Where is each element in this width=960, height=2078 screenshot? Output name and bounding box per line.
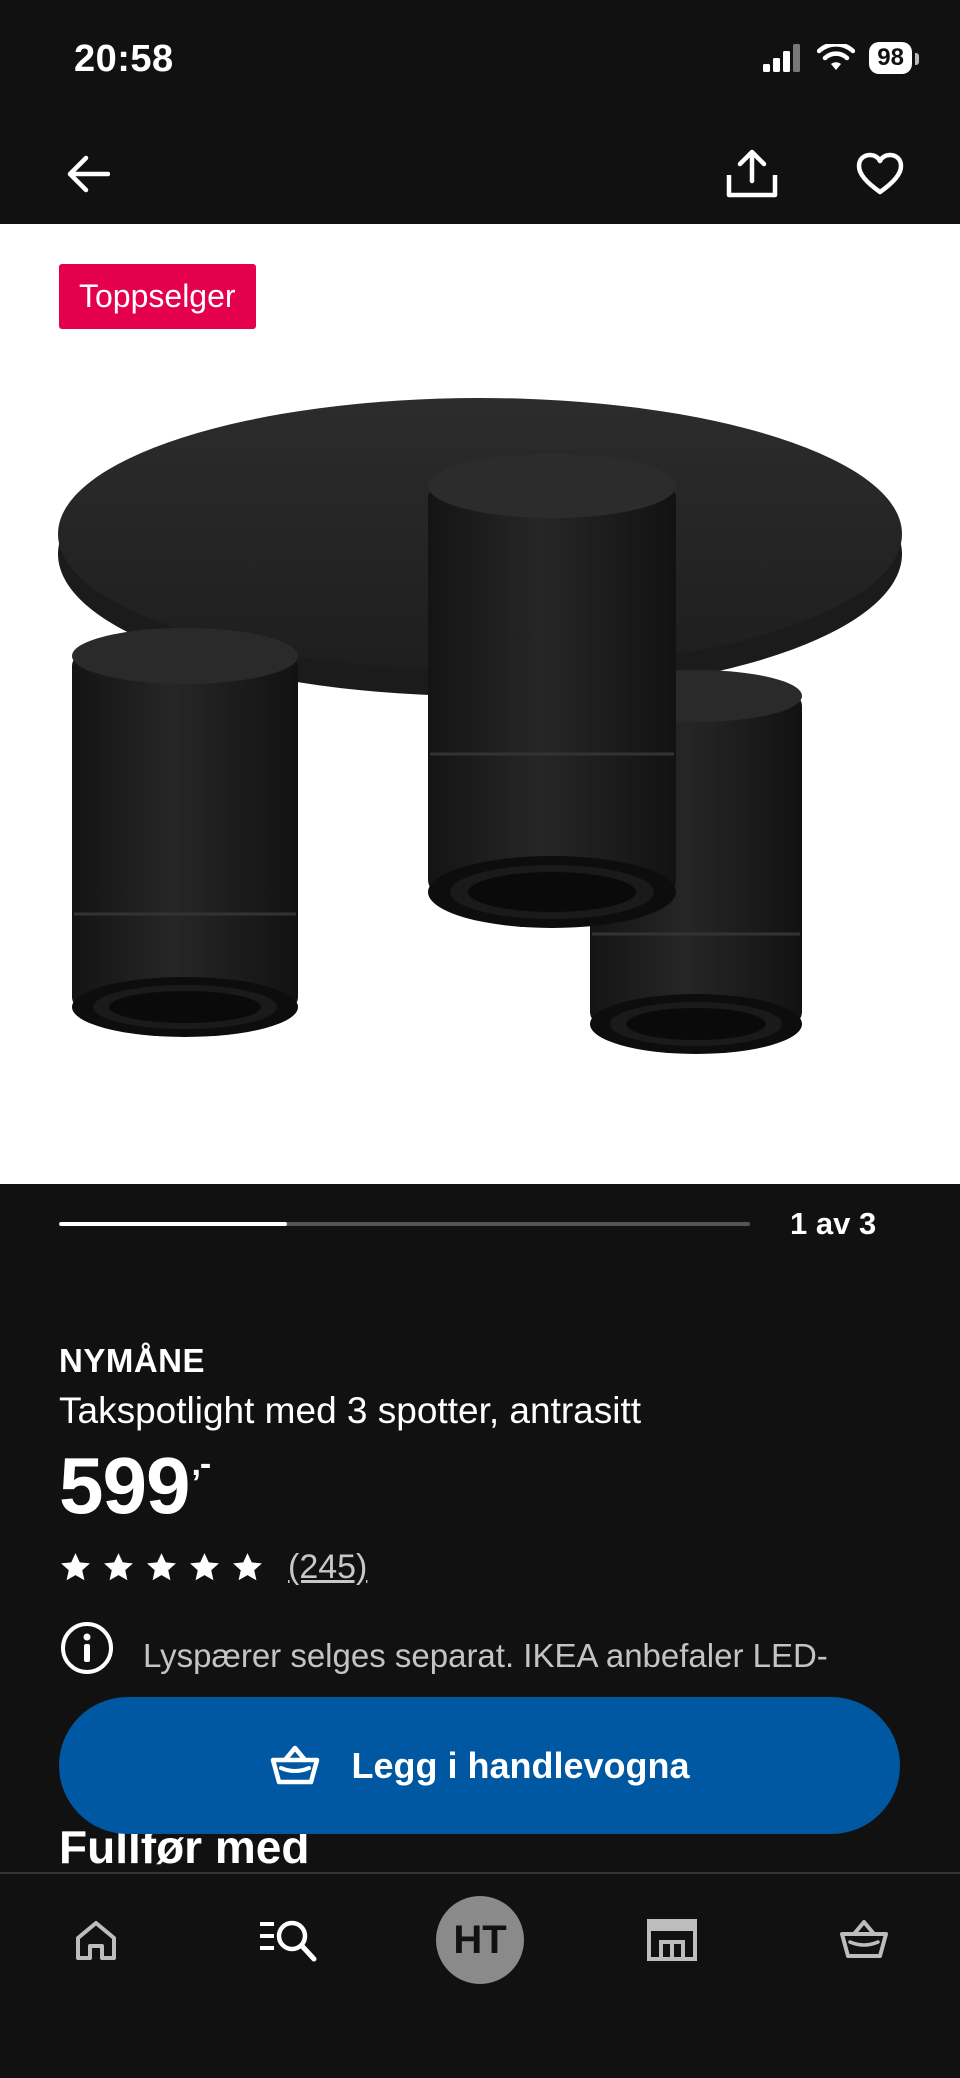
home-icon (76, 1921, 116, 1960)
favorite-button[interactable] (848, 142, 912, 206)
star-icon (190, 1553, 219, 1581)
product-image (58, 398, 902, 1054)
add-to-cart-button[interactable]: Legg i handlevogna (59, 1697, 900, 1834)
search-icon (260, 1920, 317, 1962)
product-name: NYMÅNE (59, 1342, 206, 1379)
bottom-navigation: HT (0, 1872, 960, 2078)
heart-icon (856, 152, 904, 195)
share-icon (726, 149, 778, 198)
info-icon (61, 1622, 113, 1674)
store-icon (647, 1919, 697, 1961)
tab-search[interactable] (240, 1896, 336, 1984)
basket-icon (271, 1745, 320, 1784)
price-suffix: ,- (191, 1445, 211, 1483)
share-button[interactable] (720, 142, 784, 206)
tab-stores[interactable] (624, 1896, 720, 1984)
profile-avatar: HT (436, 1896, 524, 1984)
rating-stars (59, 1551, 264, 1584)
star-icon (104, 1553, 133, 1581)
top-seller-badge: Toppselger (59, 264, 256, 329)
product-image-carousel[interactable]: Toppselger (0, 224, 960, 1184)
price-value: 599 (59, 1441, 190, 1530)
info-notice: Lyspærer selges separat. IKEA anbefaler … (59, 1620, 899, 1678)
product-price: 599,- (59, 1440, 211, 1532)
status-icons: 98 (763, 42, 919, 74)
arrow-left-icon (67, 155, 110, 193)
tab-cart[interactable] (816, 1896, 912, 1984)
tab-home[interactable] (48, 1896, 144, 1984)
wifi-icon (817, 44, 856, 70)
add-to-cart-label: Legg i handlevogna (351, 1744, 690, 1786)
cart-icon (840, 1920, 888, 1958)
star-icon (233, 1553, 262, 1581)
status-bar: 20:58 98 (0, 0, 960, 120)
top-navigation (0, 120, 960, 224)
status-time: 20:58 (74, 38, 174, 80)
product-rating[interactable]: (245) (59, 1548, 367, 1587)
product-description: Takspotlight med 3 spotter, antrasitt (59, 1390, 642, 1431)
review-count-link[interactable]: (245) (288, 1548, 367, 1587)
battery-indicator: 98 (869, 42, 919, 74)
signal-icon (763, 44, 801, 72)
info-text: Lyspærer selges separat. IKEA anbefaler … (143, 1637, 828, 1674)
carousel-counter: 1 av 3 (790, 1206, 877, 1241)
star-icon (147, 1553, 176, 1581)
tab-profile[interactable]: HT (432, 1896, 528, 1984)
star-icon (61, 1553, 90, 1581)
carousel-progress-track (59, 1222, 750, 1226)
back-button[interactable] (56, 142, 120, 206)
carousel-progress-fill (59, 1222, 288, 1226)
